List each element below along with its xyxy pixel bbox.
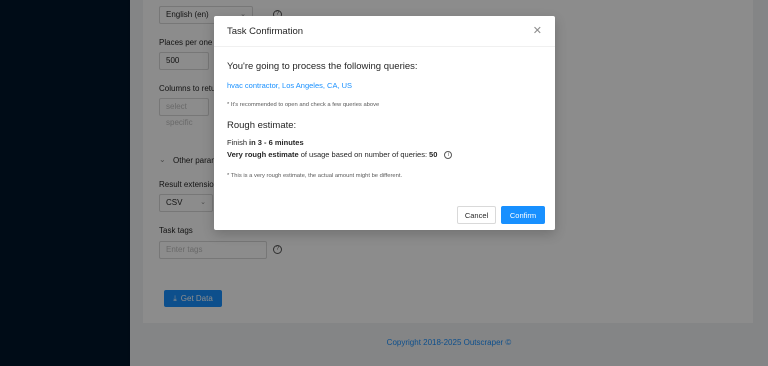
query-link[interactable]: hvac contractor, Los Angeles, CA, US [227, 81, 542, 90]
task-confirmation-modal: Task Confirmation ✕ You're going to proc… [214, 16, 555, 230]
finish-prefix: Finish [227, 138, 248, 147]
info-circle-icon[interactable]: i [444, 150, 453, 159]
modal-body: You're going to process the following qu… [214, 47, 555, 179]
recommend-note: * It's recommended to open and check a f… [227, 102, 380, 108]
usage-text: of usage based on number of queries: [300, 150, 428, 159]
usage-estimate: Very rough estimate of usage based on nu… [227, 150, 542, 159]
usage-value: 50 [429, 150, 438, 159]
modal-title: Task Confirmation [227, 25, 304, 37]
cancel-button[interactable]: Cancel [457, 206, 496, 224]
usage-bold: Very rough estimate [227, 150, 299, 159]
finish-value: in 3 - 6 minutes [249, 138, 304, 147]
disclaimer: * This is a very rough estimate, the act… [227, 173, 403, 179]
rough-estimate-heading: Rough estimate: [227, 120, 297, 131]
modal-footer: Cancel Confirm [214, 200, 555, 230]
modal-header: Task Confirmation ✕ [214, 16, 555, 47]
close-icon[interactable]: ✕ [533, 25, 542, 37]
queries-heading: You're going to process the following qu… [227, 61, 418, 72]
confirm-button[interactable]: Confirm [501, 206, 545, 224]
finish-estimate: Finish in 3 - 6 minutes [227, 138, 542, 147]
